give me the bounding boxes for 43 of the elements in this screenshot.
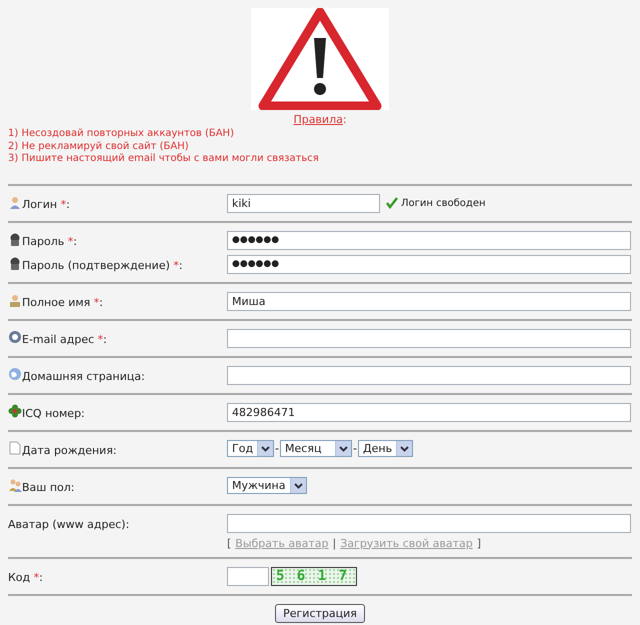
field-label: Дата рождения: <box>22 444 117 456</box>
separator-text: - <box>275 442 280 454</box>
field-label: ICQ номер: <box>22 406 85 420</box>
bracket-text: [ <box>227 536 232 550</box>
field-label: Код *: <box>8 570 43 584</box>
input-field[interactable]: kiki <box>227 194 380 212</box>
field-label: Пароль (подтверждение) *: <box>22 258 183 272</box>
dropdown[interactable]: Месяц <box>280 440 352 456</box>
dropdown[interactable]: Мужчина <box>227 476 306 494</box>
document-icon <box>8 440 22 454</box>
bracket-text: ] <box>476 536 481 550</box>
field-label: Аватар (www адрес): <box>8 518 130 530</box>
field-label: Логин *: <box>22 198 70 210</box>
rule-text: 3) Пишите настоящий email чтобы с вами могли связаться <box>8 153 320 166</box>
dropdown[interactable]: Год <box>227 440 274 456</box>
status-text: Логин свободен <box>401 198 486 208</box>
flower-icon <box>8 404 22 418</box>
code-field[interactable] <box>227 566 269 586</box>
input-field[interactable] <box>227 328 631 348</box>
person-icon <box>8 292 22 306</box>
rule-text: 1) Несоздовай повторных аккаунтов (БАН) <box>8 128 235 140</box>
input-field[interactable] <box>227 366 631 384</box>
field-label: Домашняя страница: <box>22 370 145 382</box>
rules-colon: : <box>342 113 347 126</box>
separator-text: - <box>353 442 358 454</box>
user-icon <box>8 194 22 208</box>
warning-icon <box>251 8 389 110</box>
field-label: Пароль *: <box>22 234 77 248</box>
password-field[interactable]: ●●●●●● <box>227 230 631 250</box>
bracket-text: | <box>332 536 336 550</box>
input-field[interactable]: 482986471 <box>227 402 631 422</box>
field-label: Полное имя *: <box>22 296 103 308</box>
password-field[interactable]: ●●●●●● <box>227 254 631 274</box>
register-button[interactable]: Регистрация <box>275 604 365 622</box>
field-label: E-mail адрес *: <box>22 332 107 346</box>
captcha-image: 5 6 1 7 <box>271 566 357 586</box>
rules-link[interactable]: Правила <box>293 113 343 126</box>
field-label: Ваш пол: <box>22 480 75 494</box>
rule-text: 2) Не рекламируй свой сайт (БАН) <box>8 140 190 153</box>
dropdown[interactable]: День <box>358 440 414 456</box>
input-field[interactable]: Миша <box>227 292 631 310</box>
people-icon <box>8 478 22 492</box>
input-field[interactable] <box>227 514 631 532</box>
